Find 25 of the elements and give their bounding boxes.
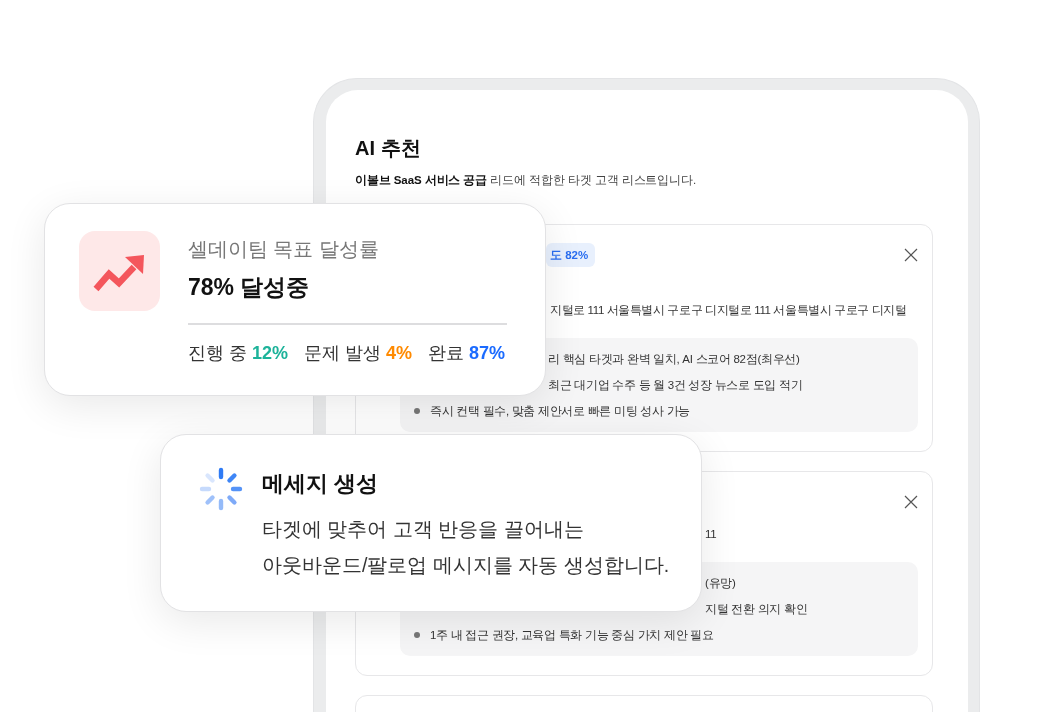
address-text: 11	[705, 527, 717, 542]
stat-label: 완료	[428, 341, 465, 365]
goal-title: 셀데이팀 목표 달성률	[188, 237, 380, 262]
section-subtitle: 이볼브 SaaS 서비스 공급 리드에 적합한 타겟 고객 리스트입니다.	[355, 173, 698, 188]
loading-spinner-icon	[199, 467, 243, 511]
address-text: 지털로 111 서울특별시 구로구 디지털로 111 서울특별시 구로구 디지털	[550, 303, 907, 318]
message-description: 타겟에 맞추어 고객 반응을 끌어내는 아웃바운드/팔로업 메시지를 자동 생성합니다.	[262, 517, 670, 578]
insight-text: (유망)	[705, 576, 736, 591]
stat-value: 4%	[386, 341, 413, 365]
stat-value: 87%	[469, 341, 506, 365]
message-title: 메세지 생성	[262, 470, 380, 498]
close-icon[interactable]	[904, 495, 918, 509]
close-icon[interactable]	[904, 248, 918, 262]
goal-value: 78% 달성중	[188, 273, 311, 302]
stat-label: 문제 발생	[304, 341, 382, 365]
section-title: AI 추천	[355, 136, 422, 161]
insight-text: 최근 대기업 수주 등 월 3건 성장 뉴스로 도입 적기	[548, 378, 803, 393]
stat-label: 진행 중	[188, 341, 247, 365]
stat-value: 12%	[252, 341, 289, 365]
trend-up-icon	[79, 231, 160, 311]
insight-text: 리 핵심 타겟과 완벽 일치, AI 스코어 82점(최우선)	[548, 352, 800, 367]
insight-text: 지털 전환 의지 확인	[705, 602, 808, 617]
insight-text: 즉시 컨택 필수, 맞춤 제안서로 빠른 미팅 성사 가능	[430, 404, 691, 419]
insight-text: 1주 내 접근 권장, 교육업 특화 기능 중심 가치 제안 필요	[430, 628, 714, 643]
score-badge: 도 82%	[546, 243, 596, 267]
